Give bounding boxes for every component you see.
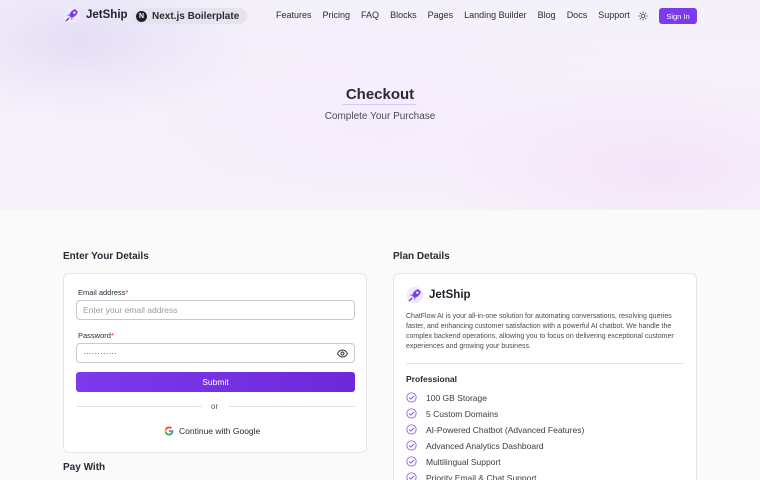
or-divider-left bbox=[76, 406, 202, 407]
logo-text: JetShip bbox=[86, 9, 128, 21]
email-field[interactable]: Enter your email address bbox=[76, 300, 355, 320]
nav-item-pages[interactable]: Pages bbox=[428, 10, 454, 20]
plan-divider bbox=[406, 363, 684, 364]
google-icon bbox=[164, 426, 174, 436]
plan-feature: 5 Custom Domains bbox=[406, 408, 498, 419]
check-circle-icon bbox=[406, 408, 417, 419]
or-divider-right bbox=[228, 406, 355, 407]
plan-section-title: Plan Details bbox=[393, 251, 450, 262]
email-label: Email address* bbox=[78, 288, 128, 297]
plan-feature: Advanced Analytics Dashboard bbox=[406, 440, 544, 451]
top-nav: JetShip N Next.js Boilerplate Features P… bbox=[0, 0, 760, 32]
nav-item-pricing[interactable]: Pricing bbox=[323, 10, 351, 20]
google-signin-button[interactable]: Continue with Google bbox=[164, 426, 260, 436]
google-signin-label: Continue with Google bbox=[179, 426, 261, 436]
details-section-title: Enter Your Details bbox=[63, 251, 149, 262]
password-label: Password* bbox=[78, 331, 114, 340]
sign-in-button[interactable]: Sign In bbox=[659, 8, 697, 24]
plan-logo: JetShip bbox=[406, 286, 471, 304]
page-title: Checkout bbox=[345, 86, 415, 103]
plan-feature: Multilingual Support bbox=[406, 456, 501, 467]
rocket-logo-icon bbox=[63, 6, 81, 24]
title-underline bbox=[342, 104, 416, 105]
nav-item-blog[interactable]: Blog bbox=[538, 10, 556, 20]
plan-description: ChatFlow AI is your all-in-one solution … bbox=[406, 313, 674, 350]
sun-icon[interactable] bbox=[638, 11, 648, 21]
check-circle-icon bbox=[406, 440, 417, 451]
email-required-mark: * bbox=[125, 288, 129, 297]
boilerplate-badge-label: Next.js Boilerplate bbox=[152, 10, 240, 22]
nav-menu: Features Pricing FAQ Blocks Pages Landin… bbox=[276, 10, 641, 20]
or-text: or bbox=[211, 402, 219, 411]
plan-feature-label: 5 Custom Domains bbox=[426, 408, 499, 419]
plan-feature: 100 GB Storage bbox=[406, 392, 487, 403]
rocket-logo-icon bbox=[406, 286, 424, 304]
nav-item-docs[interactable]: Docs bbox=[567, 10, 588, 20]
check-circle-icon bbox=[406, 392, 417, 403]
password-field[interactable]: ············ bbox=[76, 343, 355, 363]
nav-item-blocks[interactable]: Blocks bbox=[390, 10, 417, 20]
plan-logo-text: JetShip bbox=[429, 289, 471, 301]
submit-button[interactable]: Submit bbox=[76, 372, 355, 392]
nav-item-faq[interactable]: FAQ bbox=[361, 10, 379, 20]
boilerplate-badge[interactable]: N Next.js Boilerplate bbox=[132, 8, 248, 24]
check-circle-icon bbox=[406, 456, 417, 467]
plan-feature-label: Advanced Analytics Dashboard bbox=[426, 440, 544, 451]
check-circle-icon bbox=[406, 472, 417, 480]
plan-feature: Priority Email & Chat Support bbox=[406, 472, 537, 480]
logo[interactable]: JetShip bbox=[63, 6, 128, 24]
nav-item-landing-builder[interactable]: Landing Builder bbox=[464, 10, 527, 20]
plan-feature-label: Multilingual Support bbox=[426, 456, 501, 467]
plan-feature-label: AI-Powered Chatbot (Advanced Features) bbox=[426, 424, 585, 435]
password-value: ············ bbox=[83, 348, 117, 358]
password-label-text: Password bbox=[78, 331, 111, 340]
plan-name: Professional bbox=[406, 374, 458, 384]
plan-feature-label: 100 GB Storage bbox=[426, 392, 487, 403]
page-subtitle: Complete Your Purchase bbox=[324, 111, 436, 122]
nextjs-icon: N bbox=[136, 10, 147, 22]
pay-with-title: Pay With bbox=[63, 462, 106, 473]
nav-item-support[interactable]: Support bbox=[598, 10, 630, 20]
plan-feature-label: Priority Email & Chat Support bbox=[426, 472, 537, 480]
nav-item-features[interactable]: Features bbox=[276, 10, 312, 20]
plan-feature: AI-Powered Chatbot (Advanced Features) bbox=[406, 424, 584, 435]
email-label-text: Email address bbox=[78, 288, 126, 297]
password-required-mark: * bbox=[110, 331, 114, 340]
check-circle-icon bbox=[406, 424, 417, 435]
eye-icon[interactable] bbox=[337, 349, 348, 358]
